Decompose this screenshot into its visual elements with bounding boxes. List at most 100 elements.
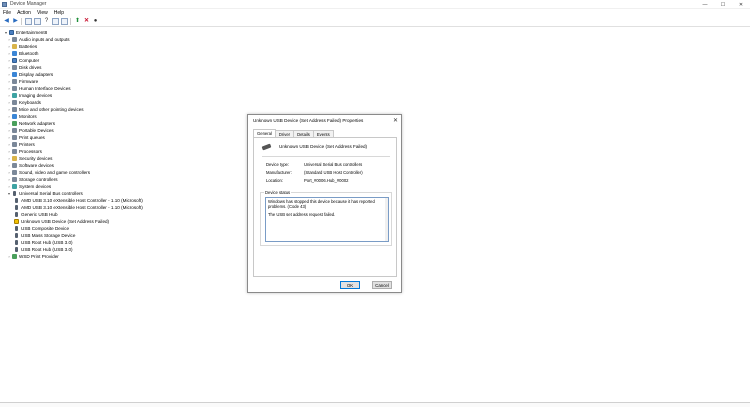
tree-item[interactable]: › Human Interface Devices <box>3 85 243 92</box>
menu-action[interactable]: Action <box>17 10 31 16</box>
tree-item[interactable]: › Firmware <box>3 78 243 85</box>
tree-item[interactable]: › Imaging devices <box>3 92 243 99</box>
tree-item[interactable]: › Processors <box>3 148 243 155</box>
usb-device-item[interactable]: USB Composite Device <box>3 225 243 232</box>
tree-item[interactable]: › Batteries <box>3 43 243 50</box>
tree-item[interactable]: › Disk drives <box>3 64 243 71</box>
usb-device-item[interactable]: AMD USB 3.10 eXtensible Host Controller … <box>3 197 243 204</box>
menu-view[interactable]: View <box>37 10 48 16</box>
device-tree: ▾ Entertainment8 › Audio inputs and outpu… <box>3 29 243 260</box>
maximize-button[interactable]: ☐ <box>714 0 732 9</box>
usb-device-label: AMD USB 3.10 eXtensible Host Controller … <box>21 205 143 210</box>
tree-item[interactable]: › Sound, video and game controllers <box>3 169 243 176</box>
help-icon[interactable]: ? <box>43 18 50 25</box>
dialog-close-icon[interactable]: ✕ <box>393 117 398 124</box>
minimize-button[interactable]: — <box>696 0 714 9</box>
mouse-icon <box>12 107 17 112</box>
device-type-row: Device type: Universal Serial Bus contro… <box>266 162 362 167</box>
tree-item-label: Batteries <box>19 44 38 49</box>
manufacturer-value: (Standard USB Host Controller) <box>304 170 363 175</box>
usb-icon <box>15 212 18 217</box>
battery-icon <box>12 44 17 49</box>
usb-device-label: Unknown USB Device (Set Address Failed) <box>21 219 110 224</box>
close-window-button[interactable]: ✕ <box>732 0 750 9</box>
usb-icon <box>15 226 18 231</box>
tree-item-label: Security devices <box>19 156 53 161</box>
tab-events[interactable]: Events <box>312 130 334 137</box>
usb-icon <box>15 205 18 210</box>
show-hide-tree-icon[interactable] <box>25 18 32 25</box>
properties-icon[interactable] <box>34 18 41 25</box>
processor-icon <box>12 149 17 154</box>
status-bar <box>0 402 750 407</box>
tree-item-label: Firmware <box>19 79 39 84</box>
tree-item-label: Human Interface Devices <box>19 86 71 91</box>
tree-item[interactable]: › Software devices <box>3 162 243 169</box>
menu-help[interactable]: Help <box>54 10 64 16</box>
computer-icon <box>12 58 17 63</box>
speaker-icon <box>12 37 17 42</box>
usb-device-item[interactable]: Generic USB Hub <box>3 211 243 218</box>
tree-item[interactable]: › Keyboards <box>3 99 243 106</box>
tree-item[interactable]: › Monitors <box>3 113 243 120</box>
usb-device-item[interactable]: AMD USB 3.10 eXtensible Host Controller … <box>3 204 243 211</box>
menu-file[interactable]: File <box>3 10 11 16</box>
display-icon <box>12 72 17 77</box>
tree-item-label: Display adapters <box>19 72 54 77</box>
tree-item[interactable]: › Printers <box>3 141 243 148</box>
security-icon <box>12 156 17 161</box>
tree-root-label: Entertainment8 <box>16 30 48 35</box>
uninstall-icon[interactable]: ✕ <box>83 18 90 25</box>
tree-item-wsd-print-provider[interactable]: › WSD Print Provider <box>3 253 243 260</box>
back-arrow-icon[interactable]: ◀ <box>3 18 10 25</box>
usb-device-item[interactable]: Unknown USB Device (Set Address Failed) <box>3 218 243 225</box>
tree-item-label: Keyboards <box>19 100 41 105</box>
status-scrollbar[interactable] <box>385 198 388 241</box>
tree-item-label: Audio inputs and outputs <box>19 37 70 42</box>
cancel-button[interactable]: Cancel <box>372 281 392 289</box>
view-icon[interactable] <box>52 18 59 25</box>
tab-general[interactable]: General <box>253 129 276 137</box>
tab-driver[interactable]: Driver <box>274 130 295 137</box>
usb-device-label: USB Composite Device <box>21 226 69 231</box>
tree-item-label: Software devices <box>19 163 54 168</box>
tree-item[interactable]: › Portable Devices <box>3 127 243 134</box>
usb-device-item[interactable]: USB Root Hub (USB 3.0) <box>3 239 243 246</box>
tree-root[interactable]: ▾ Entertainment8 <box>3 29 243 36</box>
tree-item[interactable]: › Network adapters <box>3 120 243 127</box>
scan-hardware-icon[interactable] <box>61 18 68 25</box>
tree-item[interactable]: › Security devices <box>3 155 243 162</box>
usb-device-label: USB Mass Storage Device <box>21 233 76 238</box>
device-manager-icon <box>2 1 7 7</box>
device-type-value: Universal Serial Bus controllers <box>304 162 363 167</box>
portable-icon <box>12 128 17 133</box>
device-status-textbox[interactable]: Windows has stopped this device because … <box>265 197 389 242</box>
network-icon <box>12 121 17 126</box>
usb-icon <box>15 233 18 238</box>
software-icon <box>12 163 17 168</box>
tree-item-usb-controllers[interactable]: ▾ Universal Serial Bus controllers <box>3 190 243 197</box>
divider <box>262 156 390 157</box>
ok-button[interactable]: OK <box>340 281 360 289</box>
tree-item[interactable]: › Bluetooth <box>3 50 243 57</box>
device-status-label: Device status <box>264 190 292 195</box>
location-label: Location: <box>266 178 283 183</box>
tree-item-label: Disk drives <box>19 65 42 70</box>
tree-item[interactable]: › Display adapters <box>3 71 243 78</box>
update-driver-icon[interactable]: ⬆ <box>74 18 81 25</box>
disable-device-icon[interactable]: ● <box>92 18 99 25</box>
tree-item[interactable]: › Storage controllers <box>3 176 243 183</box>
forward-arrow-icon[interactable]: ▶ <box>12 18 19 25</box>
tree-item[interactable]: › System devices <box>3 183 243 190</box>
tree-item[interactable]: › Print queues <box>3 134 243 141</box>
tree-item[interactable]: › Computer <box>3 57 243 64</box>
tab-details[interactable]: Details <box>293 130 314 137</box>
tree-item[interactable]: › Audio inputs and outputs <box>3 36 243 43</box>
disk-icon <box>12 65 17 70</box>
usb-device-item[interactable]: USB Mass Storage Device <box>3 232 243 239</box>
toolbar-separator <box>21 18 22 25</box>
collapse-chevron-icon[interactable]: ▾ <box>6 191 12 196</box>
usb-device-item[interactable]: USB Root Hub (USB 3.0) <box>3 246 243 253</box>
tree-item[interactable]: › Mice and other pointing devices <box>3 106 243 113</box>
tree-item-label: Processors <box>19 149 42 154</box>
